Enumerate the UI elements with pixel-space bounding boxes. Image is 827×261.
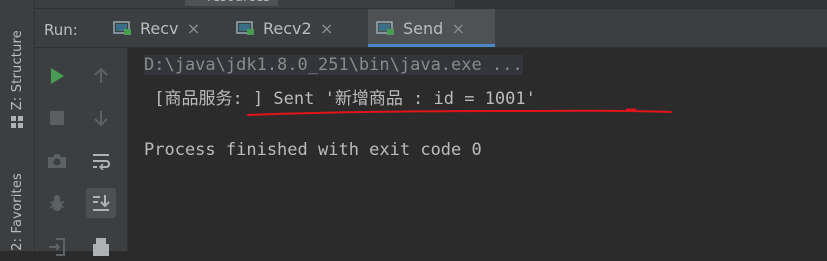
- print-icon: [91, 236, 111, 256]
- favorites-tab-label: 2: Favorites: [9, 173, 25, 251]
- restore-layout-button[interactable]: [42, 231, 72, 261]
- console-icon: [236, 20, 255, 36]
- structure-tab-label: Z: Structure: [9, 29, 25, 110]
- structure-tool-tab[interactable]: Z: Structure: [7, 4, 27, 128]
- top-fragment-panel: [455, 0, 827, 8]
- tab-recv2-label: Recv2: [263, 18, 312, 38]
- stop-button[interactable]: [42, 103, 72, 133]
- camera-icon: [47, 153, 67, 169]
- print-button[interactable]: [86, 231, 116, 261]
- console-output[interactable]: D:\java\jdk1.8.0_251\bin\java.exe ... [商…: [128, 48, 827, 251]
- close-icon[interactable]: ×: [187, 19, 201, 38]
- process-exit-line: Process finished with exit code 0: [144, 140, 482, 160]
- tab-recv2[interactable]: Recv2 ×: [228, 9, 334, 47]
- scroll-to-end-button[interactable]: [86, 188, 116, 218]
- dump-threads-button[interactable]: [42, 146, 72, 176]
- red-underline-annotation: [247, 108, 672, 116]
- soft-wrap-icon: [91, 152, 111, 170]
- tab-recv-label: Recv: [140, 18, 179, 38]
- scroll-up-icon: [93, 67, 109, 85]
- resources-tab-label: resources: [207, 0, 270, 5]
- resources-tab[interactable]: resources: [185, 0, 279, 6]
- console-icon: [113, 20, 132, 36]
- debug-button[interactable]: [42, 188, 72, 218]
- scroll-down-icon: [93, 109, 109, 127]
- tab-send-label: Send: [403, 18, 444, 38]
- left-tool-strip: Z: Structure 2: Favorites: [0, 0, 35, 251]
- run-icon: [49, 67, 65, 85]
- project-tab-fragment: resources: [35, 0, 827, 9]
- scroll-to-end-icon: [91, 193, 111, 213]
- run-label: Run:: [44, 21, 78, 39]
- run-toolbar: [35, 48, 128, 256]
- structure-icon: [11, 116, 23, 128]
- favorites-tool-tab[interactable]: 2: Favorites: [7, 160, 27, 251]
- close-icon[interactable]: ×: [320, 19, 334, 38]
- tab-recv[interactable]: Recv ×: [105, 9, 201, 47]
- debug-bug-icon: [47, 193, 67, 213]
- close-icon[interactable]: ×: [451, 19, 465, 38]
- stop-icon: [49, 110, 65, 126]
- scroll-up-button[interactable]: [86, 61, 116, 91]
- soft-wrap-button[interactable]: [86, 146, 116, 176]
- command-line: D:\java\jdk1.8.0_251\bin\java.exe ...: [144, 55, 523, 75]
- console-icon: [376, 20, 395, 36]
- run-tab-bar: Run: Recv × Recv2 × Send ×: [35, 9, 827, 48]
- scroll-down-button[interactable]: [86, 103, 116, 133]
- rerun-button[interactable]: [42, 61, 72, 91]
- tab-send[interactable]: Send ×: [368, 9, 495, 47]
- login-icon: [47, 236, 67, 256]
